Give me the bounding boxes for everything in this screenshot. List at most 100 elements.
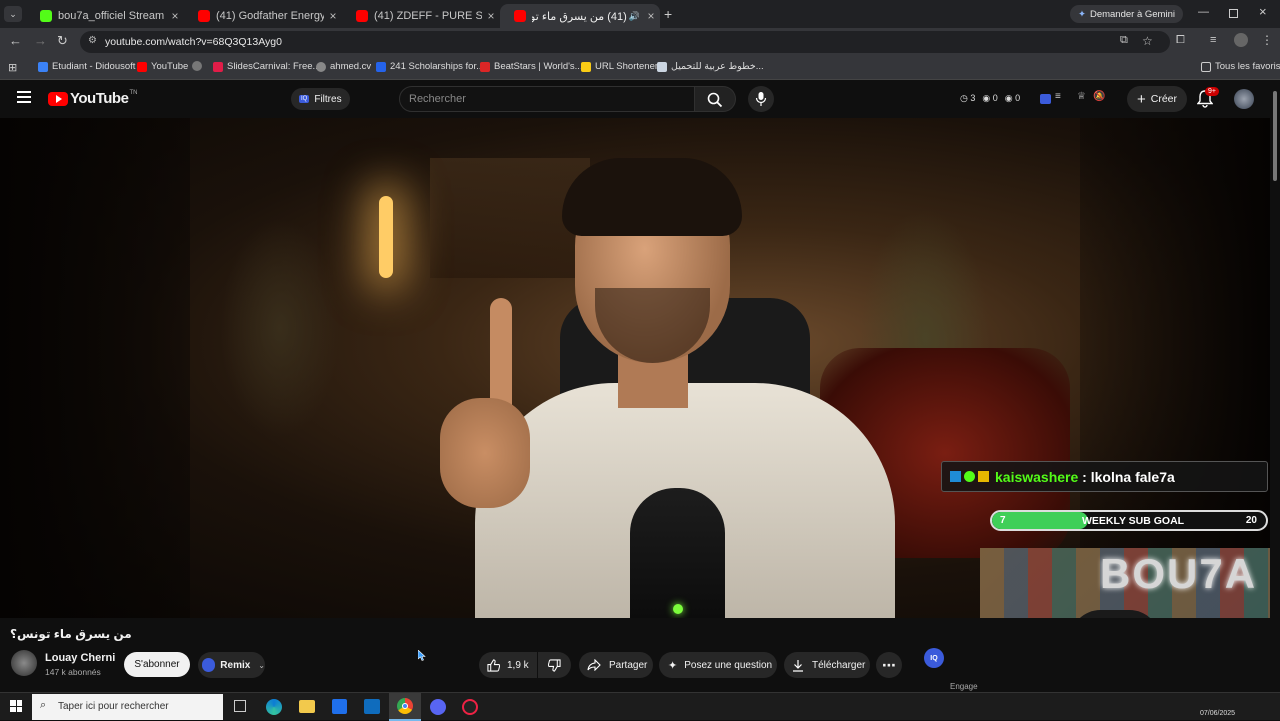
- person-hair: [562, 158, 742, 236]
- bell-off-icon[interactable]: 🔕: [1093, 91, 1105, 102]
- filters-button[interactable]: IQ Filtres: [291, 88, 350, 110]
- reload-icon[interactable]: ↻: [57, 33, 68, 49]
- voice-search-button[interactable]: [748, 86, 774, 112]
- discord-icon[interactable]: [430, 699, 446, 715]
- address-bar[interactable]: ⚙ youtube.com/watch?v=68Q3Q13Ayg0 ⧉ ☆: [80, 31, 1170, 53]
- counter-item: ◷ 3: [960, 93, 976, 103]
- search-icon: [707, 92, 723, 108]
- chrome-menu-icon[interactable]: ⋮: [1261, 33, 1273, 47]
- new-tab-button[interactable]: +: [664, 6, 672, 22]
- edge-icon[interactable]: [266, 699, 282, 715]
- bookmark-item[interactable]: SlidesCarnival: Free...: [213, 61, 320, 72]
- iq-label: IQ: [930, 654, 938, 662]
- tab-active-video[interactable]: (41) من يسرق ماء تونس؟ - e 🔊 ×: [500, 4, 660, 28]
- ask-label: Posez une question: [684, 659, 773, 671]
- hamburger-menu-icon[interactable]: [17, 91, 31, 103]
- install-app-icon[interactable]: ⧉: [1120, 34, 1128, 47]
- media-icon[interactable]: ≡: [1210, 34, 1216, 46]
- bookmark-favicon: [480, 61, 490, 72]
- like-button[interactable]: 1,9 k: [479, 652, 537, 678]
- extensions-icon[interactable]: ⧠: [1176, 34, 1185, 47]
- bookmark-item[interactable]: URL Shortener: [581, 61, 658, 72]
- more-actions-button[interactable]: ⋯: [876, 652, 902, 678]
- bookmark-item[interactable]: BeatStars | World's...: [480, 61, 583, 72]
- raised-hand: [440, 398, 530, 508]
- page-scrollbar[interactable]: [1270, 81, 1280, 692]
- channel-avatar[interactable]: [11, 650, 37, 676]
- create-button[interactable]: + Créer: [1127, 86, 1188, 112]
- back-icon[interactable]: ←: [9, 33, 22, 48]
- download-button[interactable]: Télécharger: [784, 652, 870, 678]
- iq-extension-button[interactable]: IQ: [924, 648, 944, 668]
- tab-godfather-jazz[interactable]: (41) Godfather Energy Jazz | Old ×: [184, 4, 342, 28]
- search-button[interactable]: [695, 86, 736, 112]
- subscribe-button[interactable]: S'abonner: [124, 652, 190, 677]
- minimize-button[interactable]: —: [1198, 6, 1209, 18]
- sub-goal-current: 7: [1000, 515, 1006, 526]
- maximize-button[interactable]: [1229, 9, 1238, 18]
- close-tab-icon[interactable]: ×: [166, 9, 184, 23]
- notifications-button[interactable]: 9+: [1196, 87, 1219, 113]
- download-icon: [793, 659, 803, 672]
- bookmark-item[interactable]: YouTube: [137, 61, 188, 72]
- tab-kick-stream[interactable]: bou7a_officiel Stream - Watch Live ×: [26, 4, 184, 28]
- bookmark-item[interactable]: [192, 61, 206, 71]
- trophy-icon[interactable]: ♕: [1077, 91, 1086, 102]
- scrollbar-thumb[interactable]: [1273, 91, 1277, 181]
- dislike-button[interactable]: [538, 652, 571, 678]
- taskbar-search-input[interactable]: ⌕ Taper ici pour rechercher: [32, 694, 223, 720]
- bookmark-star-icon[interactable]: ☆: [1142, 34, 1153, 48]
- sub-goal-bar: 7 WEEKLY SUB GOAL 20: [990, 510, 1268, 531]
- all-bookmarks-label: Tous les favoris: [1215, 61, 1280, 72]
- bookmark-item[interactable]: خطوط عربية للتحميل...: [657, 61, 764, 72]
- bookmark-item[interactable]: 241 Scholarships for...: [376, 61, 484, 72]
- site-info-icon[interactable]: ⚙: [88, 35, 97, 46]
- video-player[interactable]: kaiswashere : lkolna fale7a 7 WEEKLY SUB…: [0, 118, 1270, 618]
- forward-icon[interactable]: →: [34, 33, 47, 48]
- task-view-icon[interactable]: [234, 700, 246, 712]
- speaker-icon[interactable]: 🔊: [629, 11, 640, 22]
- iq-extension-icon[interactable]: [1040, 94, 1051, 104]
- engage-label: Engage: [950, 682, 978, 691]
- tab-search-button[interactable]: ⌄: [4, 6, 22, 22]
- account-avatar[interactable]: [1234, 89, 1254, 109]
- share-button[interactable]: Partager: [579, 652, 653, 678]
- youtube-logo[interactable]: YouTube TN: [48, 90, 137, 107]
- channel-name[interactable]: Louay Cherni: [45, 652, 115, 664]
- extension-counters[interactable]: ◷ 3 ◉ 0 ◉ 0: [960, 93, 1020, 104]
- folder-icon: [1201, 61, 1211, 72]
- gemini-button[interactable]: ✦ Demander à Gemini: [1070, 5, 1183, 23]
- chrome-taskbar-icon[interactable]: [389, 693, 421, 721]
- remix-button[interactable]: Remix ⌄: [198, 652, 265, 678]
- ask-question-button[interactable]: ✦ Posez une question: [659, 652, 777, 678]
- close-tab-icon[interactable]: ×: [482, 9, 500, 23]
- windows-start-icon[interactable]: [10, 700, 22, 712]
- youtube-header: YouTube TN IQ Filtres Rechercher ◷ 3 ◉ 0…: [0, 81, 1280, 118]
- bookmark-item[interactable]: Etudiant - Didousoft: [38, 61, 135, 72]
- outlook-icon[interactable]: [364, 699, 380, 714]
- search-input[interactable]: Rechercher: [399, 86, 695, 112]
- dark-left-edge: [0, 118, 190, 618]
- list-icon[interactable]: ≡: [1055, 91, 1061, 102]
- all-bookmarks-folder[interactable]: Tous les favoris: [1201, 61, 1280, 72]
- youtube-play-icon: [48, 91, 68, 106]
- bookmark-item[interactable]: ahmed.cv: [316, 61, 371, 72]
- apps-grid-icon[interactable]: ⊞: [8, 61, 17, 74]
- close-window-button[interactable]: ×: [1259, 4, 1267, 19]
- profile-avatar[interactable]: [1234, 33, 1248, 47]
- microphone-icon: [755, 92, 767, 106]
- bookmark-label: BeatStars | World's...: [494, 61, 583, 72]
- windows-taskbar: ⌕ Taper ici pour rechercher 07/06/2025: [0, 692, 1280, 721]
- globe-icon: [192, 61, 202, 71]
- taskbar-search-placeholder: Taper ici pour rechercher: [58, 701, 169, 712]
- close-tab-icon[interactable]: ×: [642, 9, 660, 23]
- close-tab-icon[interactable]: ×: [324, 9, 342, 23]
- file-explorer-icon[interactable]: [299, 700, 315, 713]
- app-icon[interactable]: [462, 699, 478, 715]
- store-icon[interactable]: [332, 699, 347, 714]
- tab-title: (41) ZDEFF - PURE SESSION (Lou: [374, 10, 482, 22]
- mic-light: [673, 604, 683, 614]
- tab-zdeff-session[interactable]: (41) ZDEFF - PURE SESSION (Lou ×: [342, 4, 500, 28]
- search-icon: ⌕: [40, 699, 47, 711]
- iq-icon: IQ: [299, 95, 310, 103]
